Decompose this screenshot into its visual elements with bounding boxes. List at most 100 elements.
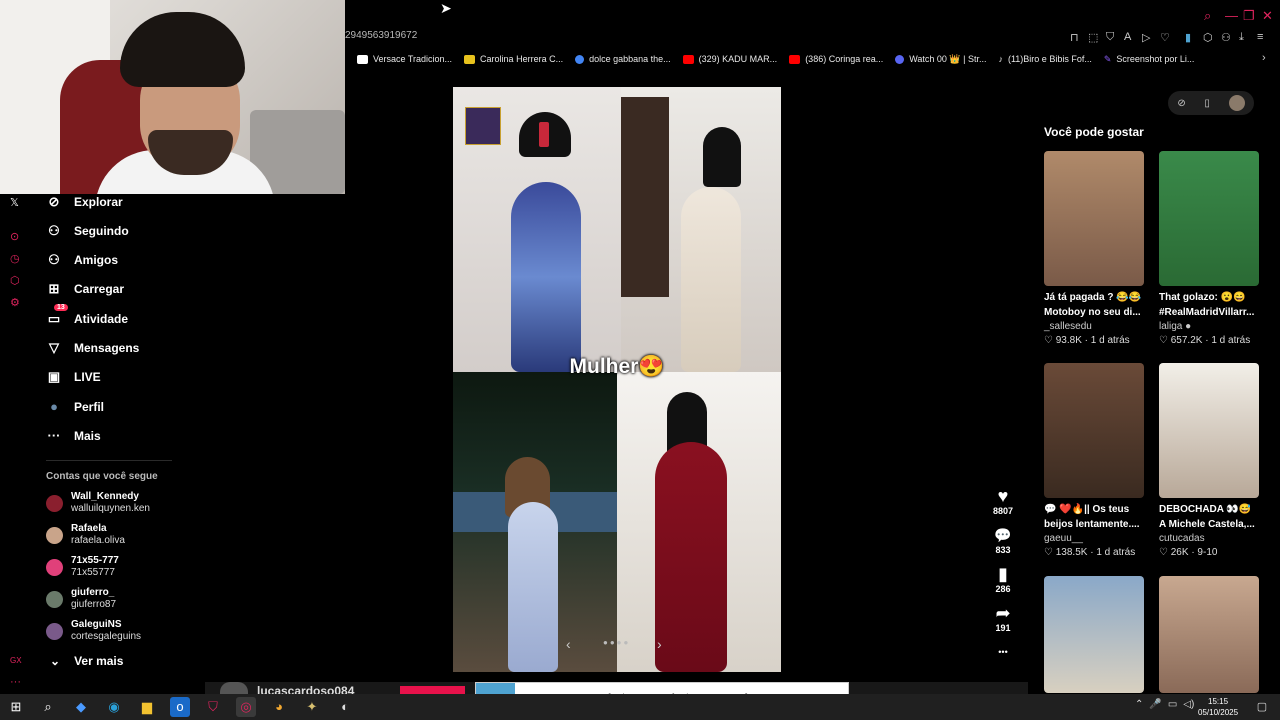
nav-perfil[interactable]: ● Perfil: [46, 399, 104, 414]
more-dots-icon: •••: [998, 647, 1008, 657]
close-icon[interactable]: ✕: [1262, 8, 1273, 24]
account-handle: 71x55777: [71, 567, 115, 578]
url-fragment[interactable]: 2949563919672: [345, 30, 417, 41]
browser-side-rail: 𝕏 ⊙ ◷ ⬡ ⚙ GX ···: [0, 194, 32, 694]
comment-button[interactable]: 💬 833: [988, 525, 1018, 555]
nav-mensagens[interactable]: ▽ Mensagens: [46, 340, 139, 356]
folder-icon[interactable]: ▆: [137, 697, 157, 717]
settings-icon[interactable]: ⚙: [10, 296, 20, 309]
bookmark-button[interactable]: ▮ 286: [988, 564, 1018, 594]
upload-icon: ⊞: [48, 281, 60, 296]
avatar[interactable]: [1228, 95, 1245, 111]
account-icon[interactable]: ⚇: [1221, 31, 1231, 44]
recommendation-card[interactable]: 💬 ❤️🔥|| Os teus beijos lentamente.... ga…: [1044, 363, 1145, 558]
rail-circle-icon[interactable]: ⊙: [10, 230, 19, 243]
bookmark-item[interactable]: Carolina Herrera C...: [464, 54, 563, 64]
play-icon[interactable]: ▷: [1142, 31, 1150, 44]
copilot-icon[interactable]: ◆: [71, 697, 91, 717]
see-more-button[interactable]: ⌄ Ver mais: [50, 654, 123, 668]
notifications-icon[interactable]: ▢: [1252, 697, 1272, 717]
download-icon[interactable]: ⤓: [1239, 31, 1244, 44]
clock-icon[interactable]: ◷: [10, 252, 20, 265]
battery-icon[interactable]: ▮: [1185, 31, 1191, 44]
outlook-icon[interactable]: o: [170, 697, 190, 717]
mic-icon[interactable]: 🎤: [1149, 699, 1161, 710]
gx-icon[interactable]: GX: [10, 656, 22, 665]
nav-live[interactable]: ▣ LIVE: [46, 369, 101, 385]
crop-icon[interactable]: ⬚: [1088, 31, 1098, 44]
chevron-right-icon[interactable]: ›: [657, 636, 662, 652]
windows-start-icon[interactable]: ⊞: [6, 697, 26, 717]
following-account[interactable]: GaleguiNS cortesgaleguins: [46, 619, 141, 643]
search-icon[interactable]: ⌕: [1204, 8, 1211, 24]
bookmarks-overflow-icon[interactable]: ›: [1262, 52, 1266, 64]
recommendation-card[interactable]: Já tá pagada ? 😂😂 Motoboy no seu di... _…: [1044, 151, 1145, 346]
video-player[interactable]: Mulher😍 ‹ ●●●● ›: [453, 87, 781, 672]
bookmark-item[interactable]: (329) KADU MAR...: [682, 54, 777, 64]
nav-seguindo[interactable]: ⚇ Seguindo: [46, 223, 129, 239]
obs-icon[interactable]: ◐: [335, 697, 355, 717]
x-icon[interactable]: 𝕏: [10, 196, 19, 209]
pin-icon[interactable]: ⊓: [1070, 31, 1079, 44]
volume-icon[interactable]: ◁): [1183, 699, 1194, 710]
game-icon[interactable]: ✦: [302, 697, 322, 717]
figure-dress-white: [681, 187, 741, 372]
opera-gx-icon[interactable]: ◎: [236, 697, 256, 717]
like-button[interactable]: ♥ 8807: [988, 486, 1018, 516]
following-account[interactable]: giuferro_ giuferro87: [46, 587, 116, 611]
recommendation-card[interactable]: That golazo: 😮😄 #RealMadridVillarr... la…: [1159, 151, 1260, 346]
comment-count: 833: [995, 545, 1011, 555]
shield-icon[interactable]: ⛉: [1106, 31, 1114, 44]
video-collage-bottom-right: [617, 372, 781, 672]
menu-icon[interactable]: ≡: [1257, 31, 1263, 43]
recommendation-card[interactable]: [1044, 576, 1145, 693]
recommendation-card[interactable]: DEBOCHADA 👀😅 A Michele Castela,... cutuc…: [1159, 363, 1260, 558]
chrome-icon[interactable]: ◕: [269, 697, 289, 717]
recommendation-card[interactable]: [1159, 576, 1260, 693]
compass-icon[interactable]: ⊘: [1177, 98, 1185, 109]
clock[interactable]: 15:15 05/10/2025: [1198, 696, 1238, 718]
nav-mais[interactable]: ··· Mais: [46, 428, 101, 443]
nav-atividade[interactable]: ▭ 13 Atividade: [46, 304, 128, 327]
nav-label: Mensagens: [74, 341, 140, 355]
nav-carregar[interactable]: ⊞ Carregar: [46, 281, 124, 297]
card-title-line2: beijos lentamente....: [1044, 519, 1140, 530]
heart-outline-icon[interactable]: ♡: [1160, 31, 1170, 44]
pen-icon: ✎: [1103, 53, 1112, 64]
avatar: [220, 682, 248, 694]
search-icon[interactable]: ⌕: [38, 697, 58, 717]
chevron-up-icon[interactable]: ⌃: [1135, 699, 1143, 710]
following-account[interactable]: 71x55-777 71x55777: [46, 555, 119, 579]
chevron-left-icon[interactable]: ‹: [566, 636, 571, 652]
cube-icon[interactable]: ⬡: [10, 274, 20, 287]
bookmark-item[interactable]: Watch 00 👑 | Str...: [895, 54, 986, 65]
video-caption: Mulher😍: [569, 355, 665, 378]
card-title-line2: A Michele Castela,...: [1159, 519, 1255, 530]
translate-icon[interactable]: A: [1124, 31, 1131, 43]
share-button[interactable]: ➦ 191: [988, 603, 1018, 633]
following-account[interactable]: Rafaela rafaela.oliva: [46, 523, 125, 547]
nav-explorar[interactable]: ⊘ Explorar: [46, 194, 123, 210]
card-author: gaeuu__: [1044, 533, 1083, 544]
device-icon[interactable]: ▯: [1204, 98, 1210, 109]
extensions-icon[interactable]: ⬡: [1203, 31, 1213, 44]
following-account[interactable]: Wall_Kennedy walluilquynen.ken: [46, 491, 150, 515]
discord-icon: [895, 54, 905, 64]
follow-button[interactable]: [400, 686, 465, 694]
more-options-button[interactable]: •••: [988, 642, 1018, 662]
bookmark-item[interactable]: dolce gabbana the...: [575, 54, 671, 64]
bookmark-item[interactable]: ✎ Screenshot por Li...: [1104, 54, 1195, 65]
shield-app-icon[interactable]: ⛉: [203, 697, 223, 717]
avatar: [46, 622, 63, 640]
rail-more-icon[interactable]: ···: [10, 676, 21, 688]
bookmark-item[interactable]: ♪ (11)Biro e Bibis Fof...: [998, 54, 1091, 64]
bookmark-item[interactable]: Versace Tradicion...: [357, 54, 452, 64]
minimize-icon[interactable]: —: [1225, 8, 1238, 23]
nav-amigos[interactable]: ⚇ Amigos: [46, 252, 118, 268]
restore-icon[interactable]: ❐: [1243, 8, 1255, 24]
bookmark-count: 286: [995, 584, 1011, 594]
network-icon[interactable]: ▭: [1168, 699, 1177, 710]
bookmark-label: (386) Coringa rea...: [805, 54, 884, 64]
edge-icon[interactable]: ◉: [104, 697, 124, 717]
bookmark-item[interactable]: (386) Coringa rea...: [789, 54, 883, 64]
